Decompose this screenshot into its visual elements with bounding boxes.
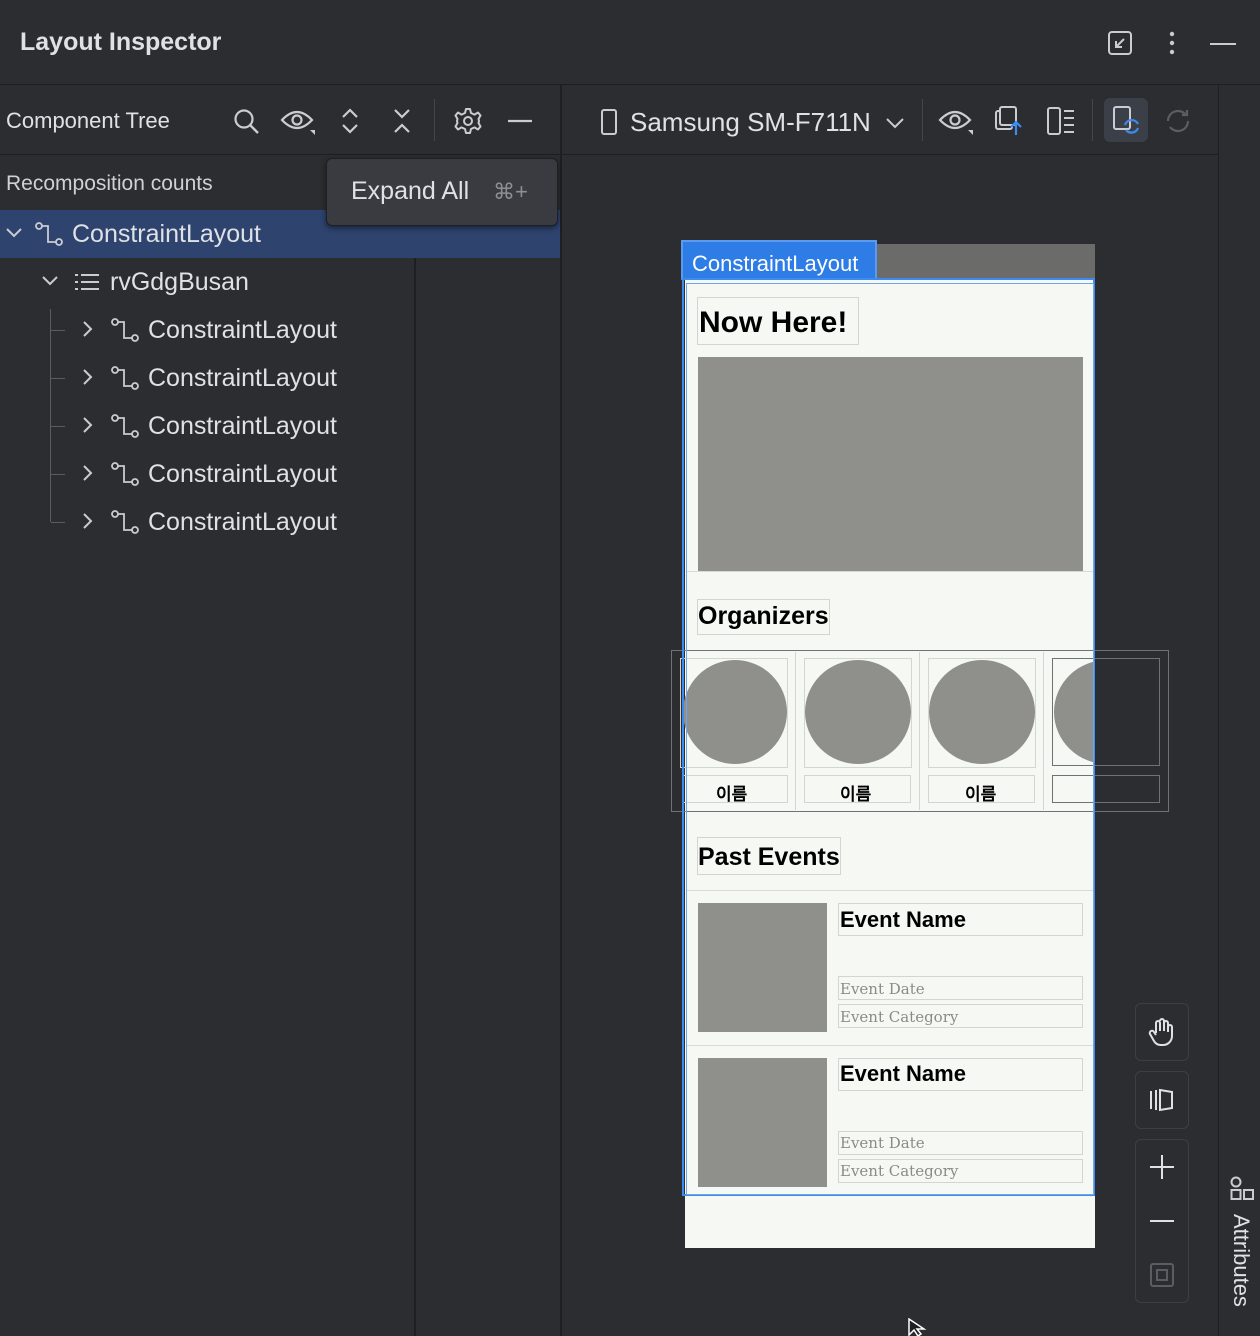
tree-node-label: ConstraintLayout: [72, 220, 262, 248]
recomposition-counts-header: Recomposition counts: [6, 172, 213, 195]
visibility-icon[interactable]: [280, 103, 316, 139]
tree-row-constraintlayout-4[interactable]: ConstraintLayout: [0, 450, 560, 498]
tree-row-constraintlayout-3[interactable]: ConstraintLayout: [0, 402, 560, 450]
hand-icon: [1148, 1017, 1176, 1047]
list-icon: [74, 271, 99, 293]
hide-panel-icon[interactable]: [502, 103, 538, 139]
attributes-icon: [1229, 1175, 1255, 1201]
constraint-layout-icon: [110, 366, 139, 390]
toolbar-separator: [1092, 99, 1093, 141]
divider: [0, 154, 560, 155]
minimize-icon[interactable]: [1208, 28, 1238, 58]
settings-gear-icon[interactable]: [450, 103, 486, 139]
tree-node-label: ConstraintLayout: [148, 508, 338, 536]
chevron-down-icon[interactable]: [3, 222, 25, 244]
layers-3d-icon: [1148, 1086, 1176, 1114]
tree-guide-line: [51, 474, 65, 475]
constraint-layout-icon: [110, 462, 139, 486]
tree-row-constraintlayout-5[interactable]: ConstraintLayout: [0, 498, 560, 546]
tree-node-label: ConstraintLayout: [148, 364, 338, 392]
3d-mode-button[interactable]: [1135, 1071, 1189, 1129]
selected-view-tag-label: ConstraintLayout: [692, 251, 859, 276]
export-snapshot-icon[interactable]: [992, 103, 1028, 139]
device-selector[interactable]: Samsung SM-F711N: [630, 107, 871, 138]
tooltip-text: Expand All: [351, 177, 470, 205]
attributes-label[interactable]: Attributes: [1228, 1214, 1254, 1307]
tree-row-constraintlayout-1[interactable]: ConstraintLayout: [0, 306, 560, 354]
chevron-right-icon[interactable]: [77, 510, 99, 532]
divider: [562, 154, 1218, 155]
tree-row-rvgdgbusan[interactable]: rvGdgBusan: [0, 258, 560, 306]
component-tree-panel: Component Tree Recomposition counts Cons…: [0, 85, 562, 1336]
zoom-in-plus-icon[interactable]: [1148, 1153, 1176, 1181]
tree-guide-line: [51, 378, 65, 379]
tree-node-label: ConstraintLayout: [148, 316, 338, 344]
refresh-layout-icon[interactable]: [1160, 103, 1196, 139]
more-options-icon[interactable]: [1157, 28, 1187, 58]
tree-node-label: ConstraintLayout: [148, 460, 338, 488]
pan-tool-button[interactable]: [1135, 1003, 1189, 1061]
chevron-down-icon[interactable]: [884, 111, 906, 133]
layer-spacing-icon[interactable]: [1044, 103, 1080, 139]
toolbar-separator: [434, 99, 435, 141]
selected-view-tag: ConstraintLayout: [681, 240, 877, 280]
tree-guide-line: [51, 426, 65, 427]
chevron-down-icon[interactable]: [39, 270, 61, 292]
recycler-view-outline: [686, 283, 1094, 1195]
constraint-layout-icon: [110, 414, 139, 438]
expand-all-icon[interactable]: [332, 103, 368, 139]
chevron-right-icon[interactable]: [77, 318, 99, 340]
view-options-eye-icon[interactable]: [938, 103, 974, 139]
zoom-out-minus-icon[interactable]: [1148, 1207, 1176, 1235]
tree-node-label: ConstraintLayout: [148, 412, 338, 440]
search-icon[interactable]: [228, 103, 264, 139]
expand-all-tooltip: Expand All ⌘+: [326, 158, 558, 226]
tree-guide-line: [51, 330, 65, 331]
tree-guide-line: [51, 522, 65, 523]
chevron-right-icon[interactable]: [77, 414, 99, 436]
restore-icon[interactable]: [1105, 28, 1135, 58]
live-updates-icon[interactable]: [1104, 98, 1148, 142]
chevron-right-icon[interactable]: [77, 366, 99, 388]
zoom-to-fit-icon[interactable]: [1148, 1261, 1176, 1289]
mouse-cursor-icon: [908, 1318, 928, 1336]
tree-row-constraintlayout-2[interactable]: ConstraintLayout: [0, 354, 560, 402]
constraint-layout-icon: [34, 222, 63, 246]
constraint-layout-icon: [110, 318, 139, 342]
constraint-layout-icon: [110, 510, 139, 534]
toolbar-separator: [922, 99, 923, 141]
collapse-all-icon[interactable]: [384, 103, 420, 139]
phone-icon: [600, 109, 618, 135]
chevron-right-icon[interactable]: [77, 462, 99, 484]
zoom-controls: [1135, 1139, 1189, 1303]
component-tree-label: Component Tree: [6, 108, 170, 133]
title-bar: Layout Inspector: [0, 0, 1260, 85]
tree-node-label: rvGdgBusan: [110, 268, 249, 296]
attributes-side-tab[interactable]: [1218, 85, 1260, 1336]
tooltip-shortcut: ⌘+: [493, 179, 528, 204]
window-title: Layout Inspector: [20, 28, 222, 56]
